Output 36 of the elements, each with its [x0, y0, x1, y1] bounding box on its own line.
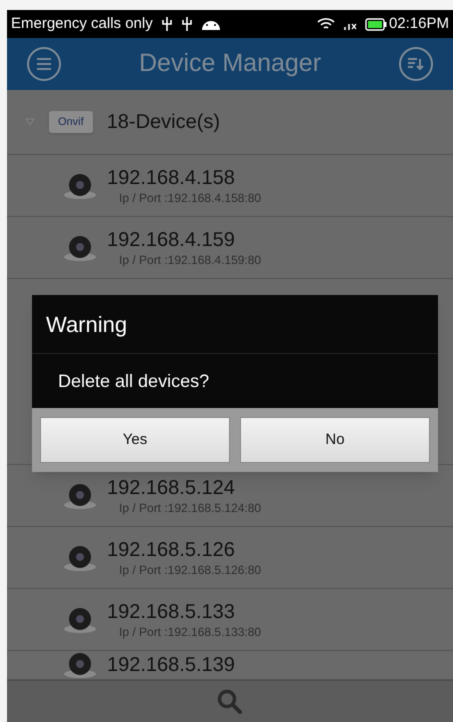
- menu-icon: [36, 58, 52, 70]
- battery-icon: [364, 18, 387, 30]
- camera-icon: [63, 172, 97, 200]
- android-icon: [200, 18, 221, 30]
- usb-icon: [180, 16, 193, 32]
- wifi-icon: [316, 17, 335, 31]
- dialog-button[interactable]: No: [240, 417, 430, 463]
- camera-icon: [63, 234, 97, 262]
- camera-icon: [63, 606, 97, 634]
- device-port: Ip / Port :192.168.4.158:80: [118, 190, 262, 206]
- search-icon[interactable]: [217, 688, 243, 714]
- page-title: Device Manager: [138, 48, 322, 80]
- camera-icon: [63, 544, 97, 572]
- dialog-button[interactable]: Yes: [40, 417, 230, 463]
- usb-icon: [160, 16, 173, 32]
- menu-button[interactable]: [27, 47, 61, 81]
- device-ip[interactable]: 192.168.5.126: [107, 538, 262, 562]
- group-label: 18-Device(s): [106, 110, 220, 135]
- dialog-message: Delete all devices?: [58, 370, 210, 392]
- dialog-title: Warning: [46, 310, 128, 339]
- device-port: Ip / Port :192.168.4.159:80: [118, 252, 262, 268]
- device-ip[interactable]: 192.168.4.159: [107, 228, 262, 252]
- device-port: Ip / Port :192.168.5.126:80: [118, 562, 262, 578]
- device-ip[interactable]: 192.168.5.124: [107, 476, 262, 500]
- sort-icon: [407, 57, 425, 71]
- device-ip[interactable]: 192.168.5.133: [107, 600, 262, 624]
- carrier-text: Emergency calls only: [11, 14, 153, 34]
- onvif-badge: Onvif: [49, 110, 93, 134]
- camera-icon: [63, 482, 97, 510]
- device-port: Ip / Port :192.168.5.124:80: [118, 500, 262, 516]
- device-port: Ip / Port :192.168.5.133:80: [118, 624, 262, 640]
- device-ip[interactable]: 192.168.5.139: [107, 653, 235, 677]
- device-group[interactable]: Onvif 18-Device(s): [7, 90, 453, 155]
- sort-button[interactable]: [399, 47, 433, 81]
- clock-text: 02:16PM: [388, 14, 449, 34]
- device-ip[interactable]: 192.168.4.158: [107, 166, 262, 190]
